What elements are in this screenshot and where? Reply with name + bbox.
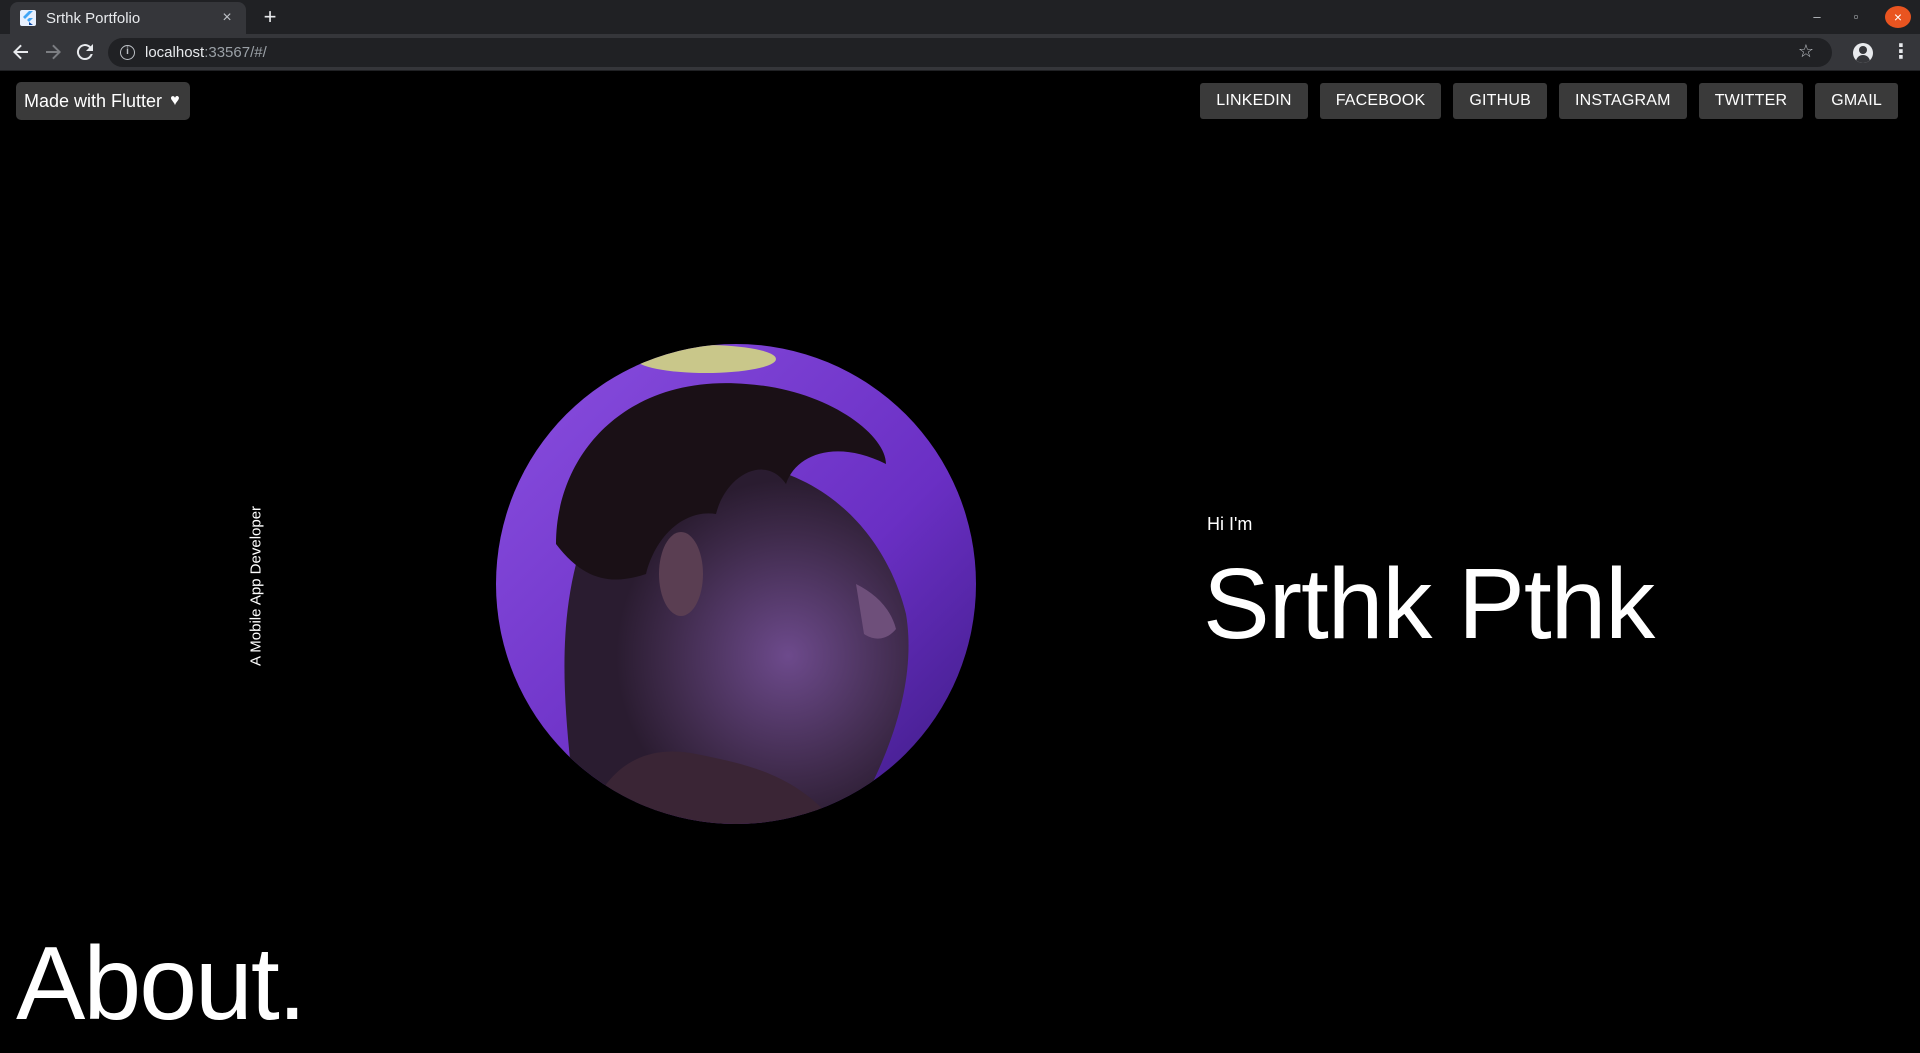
- browser-toolbar: i localhost:33567/#/ ☆ ⋮: [0, 34, 1920, 71]
- greeting-text: Hi I'm: [1207, 514, 1253, 534]
- portfolio-page: Made with Flutter ♥ LINKEDIN FACEBOOK GI…: [0, 72, 1920, 1053]
- arrow-right-icon: [46, 44, 61, 60]
- made-with-flutter-badge[interactable]: Made with Flutter ♥: [16, 82, 190, 120]
- browser-tabstrip: Srthk Portfolio × + – ▫ ×: [0, 0, 1920, 34]
- kebab-menu-icon[interactable]: ⋮: [1891, 40, 1911, 64]
- url-host: localhost: [145, 44, 205, 61]
- linkedin-button[interactable]: LINKEDIN: [1200, 83, 1308, 119]
- info-icon[interactable]: i: [120, 45, 135, 60]
- twitter-button[interactable]: TWITTER: [1698, 83, 1804, 119]
- badge-label: Made with Flutter: [24, 90, 163, 111]
- star-icon[interactable]: ☆: [1798, 41, 1814, 62]
- tagline: A Mobile App Developer: [246, 498, 266, 674]
- gmail-button[interactable]: GMAIL: [1815, 83, 1898, 119]
- reload-button[interactable]: [73, 40, 97, 64]
- tab-close-icon[interactable]: ×: [218, 9, 236, 27]
- social-links-nav: LINKEDIN FACEBOOK GITHUB INSTAGRAM TWITT…: [1200, 83, 1898, 119]
- tagline-text: A Mobile App Developer: [247, 505, 265, 667]
- instagram-button[interactable]: INSTAGRAM: [1558, 83, 1687, 119]
- about-section-title: About.: [16, 926, 307, 1042]
- arrow-left-icon: [13, 44, 28, 60]
- flutter-favicon-icon: [20, 10, 36, 26]
- hero-name: Srthk Pthk: [1203, 548, 1655, 660]
- github-button[interactable]: GITHUB: [1453, 83, 1547, 119]
- facebook-button[interactable]: FACEBOOK: [1319, 83, 1442, 119]
- address-bar[interactable]: i localhost:33567/#/ ☆: [108, 38, 1832, 67]
- forward-button[interactable]: [41, 40, 65, 64]
- reload-icon: [76, 44, 93, 61]
- tab-title: Srthk Portfolio: [46, 9, 141, 27]
- window-close-button[interactable]: ×: [1885, 6, 1911, 28]
- profile-photo: [496, 344, 976, 824]
- window-maximize-button[interactable]: ▫: [1844, 6, 1868, 30]
- back-button[interactable]: [9, 40, 33, 64]
- browser-tab[interactable]: Srthk Portfolio ×: [10, 2, 246, 34]
- profile-icon[interactable]: [1853, 43, 1873, 63]
- heart-icon: ♥: [170, 92, 180, 109]
- profile-photo-illustration: [496, 344, 976, 824]
- window-minimize-button[interactable]: –: [1805, 6, 1829, 30]
- new-tab-button[interactable]: +: [258, 6, 282, 30]
- url-path: :33567/#/: [204, 44, 267, 61]
